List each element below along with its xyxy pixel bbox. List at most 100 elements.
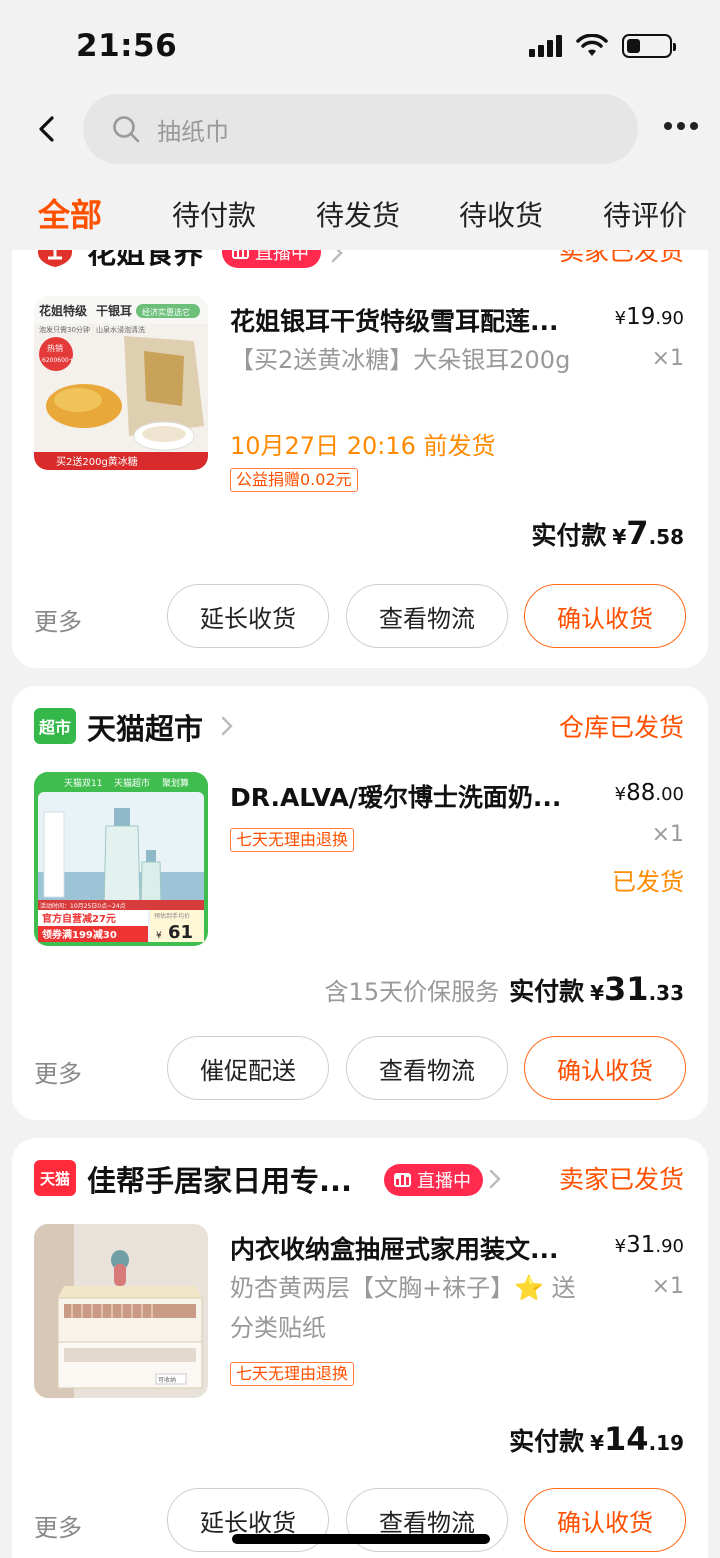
thumb-text: 买2送200g黄冰糖 [56, 455, 138, 468]
thumb-text: 预估到手均价 [154, 912, 190, 920]
chevron-right-icon [221, 716, 233, 736]
search-header: 抽纸巾 [0, 90, 720, 170]
return-policy-tag: 七天无理由退换 [230, 1362, 355, 1386]
paid-dec: .58 [648, 525, 684, 549]
item-status: 已发货 [612, 868, 684, 896]
live-label: 直播中 [417, 1171, 471, 1192]
extend-receipt-button[interactable]: 延长收货 [167, 584, 329, 648]
thumb-text: 干银耳 [96, 303, 132, 318]
battery-icon [622, 34, 676, 58]
paid-label: 实付款 [531, 521, 607, 550]
thumb-text: 热销 [47, 343, 63, 353]
paid-int: 7 [626, 514, 649, 552]
urge-delivery-button[interactable]: 催促配送 [167, 1036, 329, 1100]
confirm-receipt-button[interactable]: 确认收货 [524, 1036, 686, 1100]
live-bars-icon [232, 250, 249, 259]
live-bars-icon [394, 1173, 411, 1187]
ship-deadline: 10月27日 20:16 前发货 [230, 432, 496, 460]
product-sku: 奶杏黄两层【文胸+袜子】⭐ 送分类贴纸 [230, 1274, 576, 1342]
signal-icon [529, 35, 562, 57]
tab-pending-shipment[interactable]: 待发货 [316, 194, 400, 234]
svg-text:¥: ¥ [156, 931, 162, 941]
shop-row[interactable]: 超市 天猫超市 仓库已发货 [12, 686, 708, 766]
product-thumbnail[interactable]: 可收纳 [34, 1224, 208, 1398]
paid-int: 14 [604, 1420, 649, 1458]
price-dec: .00 [655, 784, 684, 805]
quantity: ×1 [651, 1274, 684, 1299]
price-dec: .90 [655, 308, 684, 329]
product-title[interactable]: 内衣收纳盒抽屉式家用装文... [230, 1230, 592, 1266]
order-status: 卖家已发货 [558, 250, 684, 266]
shop-name: 天猫超市 [87, 712, 204, 746]
home-indicator[interactable] [232, 1534, 490, 1544]
paid-amount-row: 实付款 ¥14.19 [509, 1420, 684, 1458]
order-status: 仓库已发货 [558, 713, 684, 742]
paid-label: 实付款 [509, 1427, 585, 1456]
confirm-receipt-button[interactable]: 确认收货 [524, 1488, 686, 1552]
paid-int: 31 [604, 970, 649, 1008]
thumb-text: 天猫双11 [64, 777, 102, 789]
tab-pending-payment[interactable]: 待付款 [172, 194, 256, 234]
view-logistics-button[interactable]: 查看物流 [346, 584, 508, 648]
order-card: 花姐食养 直播中 卖家已发货 花姐特级 干银耳 经济实惠选它 泡发只需30分钟 … [12, 250, 708, 668]
unit-price: ¥88.00 [614, 780, 684, 806]
product-title[interactable]: DR.ALVA/瑷尔博士洗面奶... [230, 778, 592, 814]
price-dec: .90 [655, 1236, 684, 1257]
more-link[interactable]: 更多 [34, 602, 82, 637]
order-card: 天猫 佳帮手居家日用专... 直播中 卖家已发货 可收纳 内衣收纳盒抽屉式家用装… [12, 1138, 708, 1558]
price-int: 88 [626, 780, 656, 806]
search-input[interactable]: 抽纸巾 [83, 94, 638, 164]
thumb-text: 领券满199减30 [42, 928, 117, 941]
more-link[interactable]: 更多 [34, 1054, 82, 1089]
paid-amount-row: 实付款 ¥7.58 [531, 514, 684, 552]
thumb-text: 山泉水浸泡清洗 [96, 325, 145, 334]
thumb-text: 花姐特级 [39, 303, 87, 318]
quantity: ×1 [651, 822, 684, 847]
shop-logo [38, 250, 72, 267]
charity-tag: 公益捐赠0.02元 [230, 468, 358, 492]
more-options-icon[interactable] [664, 122, 698, 130]
tremella-product-image: 花姐特级 干银耳 经济实惠选它 泡发只需30分钟 山泉水浸泡清洗 热销 6200… [34, 296, 208, 470]
product-title[interactable]: 花姐银耳干货特级雪耳配莲... [230, 302, 592, 338]
shop-name: 佳帮手居家日用专... [87, 1164, 353, 1198]
view-logistics-button[interactable]: 查看物流 [346, 1036, 508, 1100]
return-policy-tag: 七天无理由退换 [230, 828, 355, 852]
quantity: ×1 [651, 346, 684, 371]
cleanser-product-image: 天猫双11 天猫超市 聚划算 活动时间：10月25日0点~24点 官方自营减27… [34, 772, 208, 946]
more-link[interactable]: 更多 [34, 1508, 82, 1543]
chevron-right-icon [489, 1169, 501, 1189]
order-status: 卖家已发货 [558, 1165, 684, 1194]
thumb-text: 可收纳 [158, 1376, 176, 1384]
price-int: 31 [626, 1232, 656, 1258]
status-bar: 21:56 [0, 0, 720, 90]
shop-name: 花姐食养 [87, 250, 204, 270]
back-icon[interactable] [30, 112, 64, 146]
shop-row[interactable]: 花姐食养 直播中 卖家已发货 [12, 250, 708, 290]
product-thumbnail[interactable]: 天猫双11 天猫超市 聚划算 活动时间：10月25日0点~24点 官方自营减27… [34, 772, 208, 946]
thumb-text: 官方自营减27元 [42, 912, 116, 925]
thumb-text: 聚划算 [162, 777, 189, 789]
confirm-receipt-button[interactable]: 确认收货 [524, 584, 686, 648]
paid-label: 实付款 [509, 977, 585, 1006]
live-badge[interactable]: 直播中 [384, 1164, 483, 1196]
tab-all[interactable]: 全部 [38, 190, 102, 236]
thumb-text: 天猫超市 [114, 777, 150, 789]
unit-price: ¥31.90 [614, 1232, 684, 1258]
live-badge[interactable]: 直播中 [222, 250, 321, 268]
wifi-icon [576, 34, 608, 56]
storage-box-product-image: 可收纳 [34, 1224, 208, 1398]
tab-pending-receipt[interactable]: 待收货 [459, 194, 543, 234]
product-thumbnail[interactable]: 花姐特级 干银耳 经济实惠选它 泡发只需30分钟 山泉水浸泡清洗 热销 6200… [34, 296, 208, 470]
paid-dec: .33 [648, 981, 684, 1005]
order-list[interactable]: 花姐食养 直播中 卖家已发货 花姐特级 干银耳 经济实惠选它 泡发只需30分钟 … [0, 250, 720, 1558]
price-protection: 含15天价保服务 [324, 978, 500, 1006]
thumb-text: 经济实惠选它 [142, 307, 190, 317]
live-label: 直播中 [255, 250, 309, 264]
search-placeholder: 抽纸巾 [157, 117, 229, 146]
shop-row[interactable]: 天猫 佳帮手居家日用专... 直播中 卖家已发货 [12, 1138, 708, 1218]
product-sku: 【买2送黄冰糖】大朵银耳200g [230, 346, 571, 374]
tab-pending-review[interactable]: 待评价 [603, 194, 687, 234]
thumb-text: 活动时间：10月25日0点~24点 [40, 902, 126, 910]
paid-dec: .19 [648, 1431, 684, 1455]
price-int: 19 [626, 304, 656, 330]
